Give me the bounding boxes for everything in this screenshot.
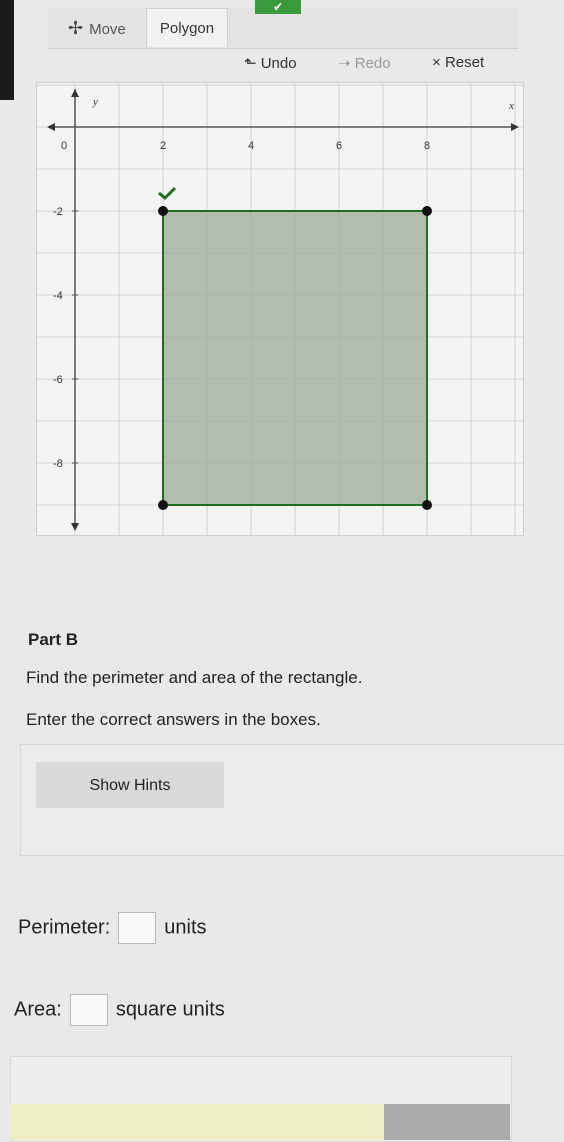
- polygon-vertex: [158, 500, 168, 510]
- polygon-vertex: [422, 206, 432, 216]
- coordinate-grid[interactable]: x y 0 2 4 6 8 -2 -4 -6 -8: [37, 83, 523, 535]
- undo-label: Undo: [260, 55, 297, 72]
- area-label: Area:: [14, 998, 62, 1021]
- perimeter-unit: units: [164, 916, 207, 939]
- polygon-tool-button[interactable]: Polygon: [146, 8, 228, 47]
- bottom-highlight-bar: [10, 1104, 384, 1140]
- y-tick-label: -4: [53, 290, 63, 302]
- question-prompt: Find the perimeter and area of the recta…: [26, 668, 363, 687]
- move-icon: ✢: [68, 18, 84, 38]
- rectangle-polygon: [162, 210, 428, 506]
- screen-edge: [0, 0, 14, 100]
- perimeter-row: Perimeter: units: [18, 912, 207, 944]
- x-tick-label: 2: [160, 140, 166, 152]
- x-tick-label: 4: [248, 140, 254, 152]
- graph-canvas[interactable]: x y 0 2 4 6 8 -2 -4 -6 -8: [36, 82, 524, 536]
- part-title: Part B: [28, 630, 79, 649]
- polygon-tool-label: Polygon: [159, 20, 215, 37]
- area-unit: square units: [115, 998, 225, 1021]
- area-row: Area: square units: [14, 994, 225, 1026]
- x-tick-label: 6: [336, 140, 342, 152]
- area-input[interactable]: [69, 994, 108, 1026]
- bottom-gray-bar: [384, 1104, 510, 1140]
- x-axis-label: x: [508, 100, 514, 112]
- graph-toolbar: ✢ Move Polygon: [48, 8, 518, 49]
- x-tick-label: 8: [424, 140, 430, 152]
- polygon-vertex: [158, 206, 168, 216]
- reset-label: Reset: [444, 54, 485, 71]
- redo-arrow-icon: ➝: [338, 55, 351, 72]
- x-axis-arrow-left-icon: [47, 123, 55, 131]
- y-axis-arrow-up-icon: [71, 89, 79, 97]
- y-tick-label: -8: [53, 458, 63, 470]
- question-instruction: Enter the correct answers in the boxes.: [26, 710, 321, 729]
- undo-arrow-icon: ⬑: [244, 55, 257, 72]
- x-tick-label: 0: [61, 140, 67, 152]
- perimeter-input[interactable]: [118, 912, 157, 944]
- move-tool-label: Move: [89, 21, 126, 38]
- history-bar: ⬑ Undo ➝ Redo × Reset: [48, 50, 518, 78]
- y-tick-label: -6: [53, 374, 63, 386]
- close-icon: ×: [432, 54, 441, 71]
- perimeter-label: Perimeter:: [18, 916, 111, 939]
- undo-button[interactable]: ⬑ Undo: [244, 54, 297, 72]
- y-axis-arrow-down-icon: [71, 523, 79, 531]
- y-axis-label: y: [92, 96, 98, 108]
- check-mark-icon: ✔: [255, 0, 301, 14]
- vertex-check-icon: [158, 186, 177, 201]
- redo-label: Redo: [354, 55, 391, 72]
- y-tick-label: -2: [53, 206, 63, 218]
- move-tool-button[interactable]: ✢ Move: [56, 8, 138, 46]
- polygon-vertex: [422, 500, 432, 510]
- reset-button[interactable]: × Reset: [432, 54, 484, 71]
- show-hints-button[interactable]: Show Hints: [36, 762, 224, 808]
- redo-button[interactable]: ➝ Redo: [338, 54, 391, 72]
